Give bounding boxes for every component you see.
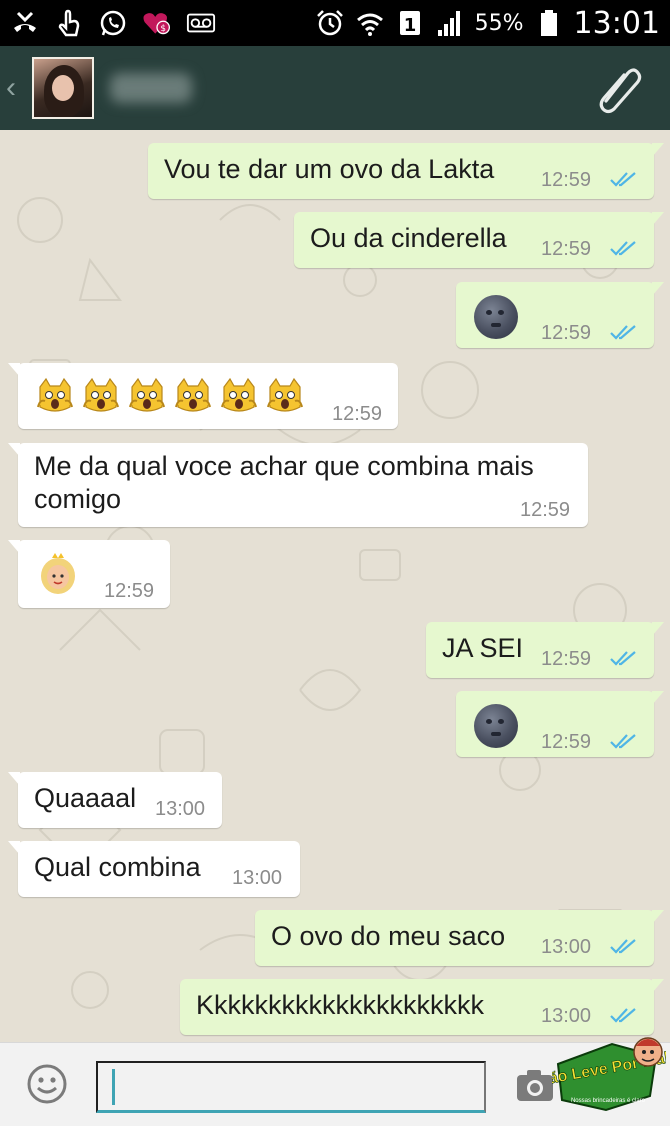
message-text-line-2: comigo	[34, 484, 122, 514]
read-ticks-icon	[610, 325, 636, 340]
text-caret	[112, 1069, 115, 1105]
message-time: 13:00	[155, 798, 206, 820]
smiley-icon[interactable]	[26, 1063, 68, 1105]
message-time: 12:59	[520, 499, 571, 521]
message-bubble-incoming[interactable]: Quaaaal 13:00	[8, 772, 222, 828]
voicemail-icon	[186, 8, 216, 38]
read-ticks-icon	[610, 939, 636, 954]
message-time: 12:59	[332, 403, 383, 425]
message-text: JA SEI	[442, 633, 524, 663]
message-time: 12:59	[541, 322, 592, 344]
new-moon-face-icon	[474, 704, 518, 748]
message-bubble-incoming[interactable]: Me da qual voce achar que combina mais c…	[8, 443, 588, 527]
heart-money-icon: $	[142, 8, 172, 38]
message-bubble-incoming[interactable]: 12:59	[8, 540, 170, 608]
scared-cat-icon	[83, 377, 119, 412]
read-ticks-icon	[610, 241, 636, 256]
scared-cat-icon	[221, 377, 257, 412]
signal-icon	[435, 8, 465, 38]
message-bubble-outgoing[interactable]: JA SEI 12:59	[426, 622, 664, 678]
message-bubble-outgoing[interactable]: 12:59	[456, 282, 664, 348]
touch-icon	[54, 8, 84, 38]
message-time: 13:00	[232, 867, 283, 889]
camera-icon[interactable]	[515, 1067, 555, 1103]
read-ticks-icon	[610, 1008, 636, 1023]
battery-icon	[534, 8, 564, 38]
battery-percent: 55%	[474, 10, 524, 36]
watermark-subtext: Nossas brincadeiras é claro	[571, 1098, 646, 1104]
message-text: Vou te dar um ovo da Lakta	[164, 154, 495, 184]
message-text-line-1: Me da qual voce achar que combina mais	[34, 451, 534, 481]
message-bubble-outgoing[interactable]: Ou da cinderella 12:59	[294, 212, 664, 268]
message-time: 12:59	[541, 169, 592, 191]
message-bubble-outgoing[interactable]: Vou te dar um ovo da Lakta 12:59	[148, 143, 664, 199]
clock: 13:01	[573, 5, 660, 41]
message-bubble-outgoing[interactable]: Kkkkkkkkkkkkkkkkkkkkk 13:00	[180, 979, 664, 1035]
message-text: Qual combina	[34, 852, 201, 882]
message-text: Kkkkkkkkkkkkkkkkkkkkk	[196, 990, 485, 1020]
missed-call-icon	[10, 8, 40, 38]
status-bar: $ 1 55% 13:01	[0, 0, 670, 46]
scared-cat-icon	[175, 377, 211, 412]
message-time: 12:59	[541, 238, 592, 260]
message-time: 12:59	[104, 580, 155, 602]
message-time: 13:00	[541, 936, 592, 958]
avatar[interactable]	[32, 57, 94, 119]
message-input[interactable]	[96, 1061, 486, 1113]
contact-name[interactable]	[110, 73, 192, 103]
scared-cat-icon	[129, 377, 165, 412]
chat-area[interactable]: Vou te dar um ovo da Lakta 12:59 Ou da c…	[0, 130, 670, 1042]
message-text: O ovo do meu saco	[271, 921, 506, 951]
message-time: 12:59	[541, 648, 592, 670]
scared-cat-icon	[267, 377, 303, 412]
read-ticks-icon	[610, 734, 636, 749]
message-text: Quaaaal	[34, 783, 137, 813]
read-ticks-icon	[610, 651, 636, 666]
message-time: 12:59	[541, 731, 592, 753]
message-bubble-outgoing[interactable]: O ovo do meu saco 13:00	[255, 910, 664, 966]
svg-text:$: $	[160, 24, 166, 34]
princess-icon	[41, 553, 75, 594]
new-moon-face-icon	[474, 295, 518, 339]
sim-icon: 1	[395, 8, 425, 38]
scared-cat-icon	[37, 377, 73, 412]
whatsapp-icon	[98, 8, 128, 38]
message-bubble-outgoing[interactable]: 12:59	[456, 691, 664, 757]
wifi-icon	[355, 8, 385, 38]
chat-header: ‹	[0, 46, 670, 130]
read-ticks-icon	[610, 172, 636, 187]
alarm-icon	[315, 8, 345, 38]
message-bubble-incoming[interactable]: Qual combina 13:00	[8, 841, 300, 897]
message-text: Ou da cinderella	[310, 223, 507, 253]
paperclip-icon[interactable]	[592, 61, 646, 115]
back-icon[interactable]: ‹	[6, 71, 32, 105]
message-time: 13:00	[541, 1005, 592, 1027]
message-bubble-incoming[interactable]: 12:59	[8, 363, 398, 429]
watermark-logo: Não Leve Por Mal Nossas brincadeiras é c…	[552, 1037, 666, 1112]
sim-slot-label: 1	[403, 15, 416, 36]
